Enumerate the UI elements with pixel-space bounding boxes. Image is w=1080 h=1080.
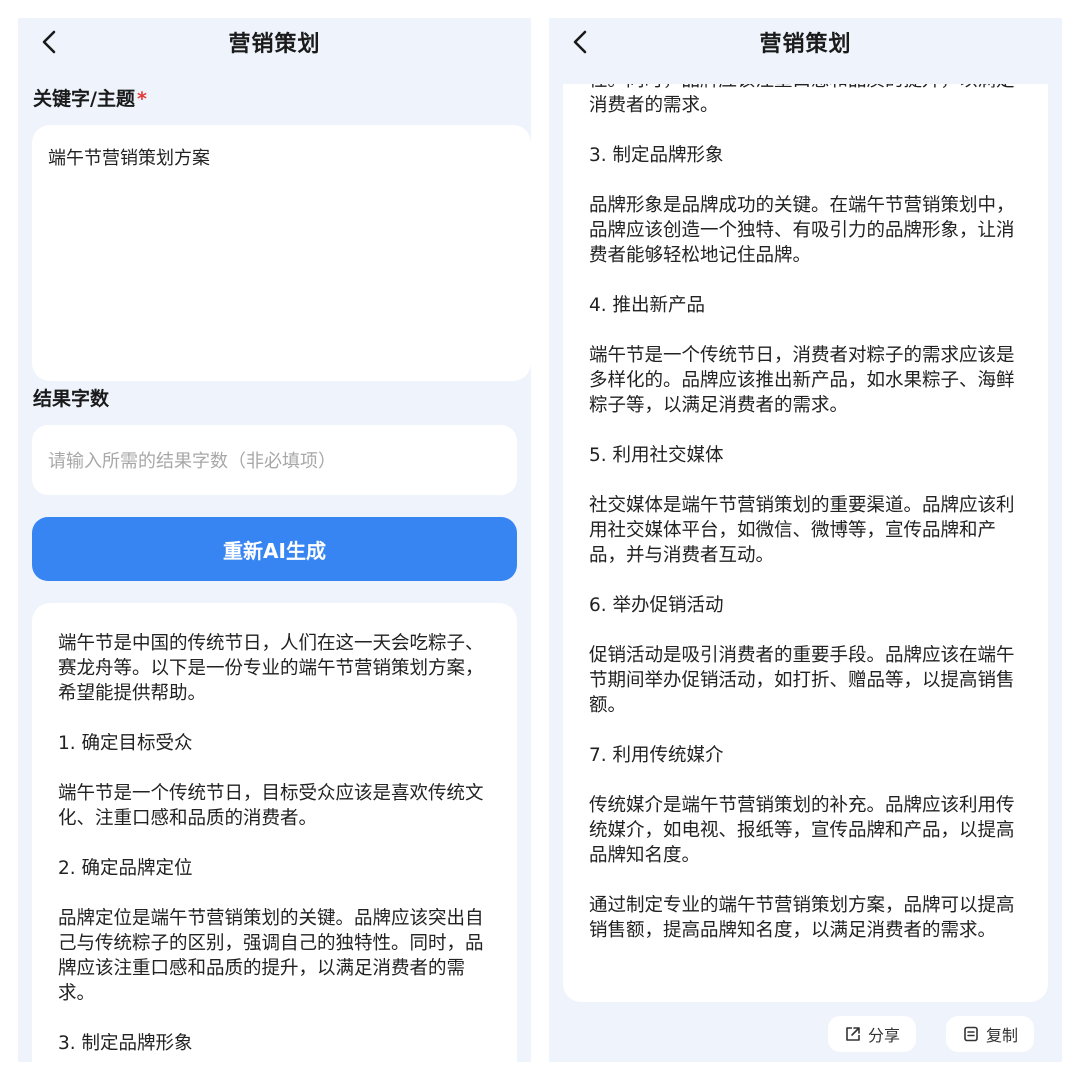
- result-paragraph: 促销活动是吸引消费者的重要手段。品牌应该在端午节期间举办促销活动，如打折、赠品等…: [589, 645, 1015, 716]
- result-paragraph: 端午节是中国的传统节日，人们在这一天会吃粽子、赛龙舟等。以下是一份专业的端午节营…: [58, 633, 484, 704]
- result-paragraph: 3. 制定品牌形象: [589, 145, 724, 166]
- keyword-label-text: 关键字/主题: [33, 88, 135, 110]
- result-paragraph: 6. 举办促销活动: [589, 595, 724, 616]
- page-title: 营销策划: [759, 32, 852, 57]
- result-paragraph: 1. 确定目标受众: [58, 733, 193, 754]
- back-button[interactable]: [32, 24, 68, 60]
- result-card-scrolled[interactable]: 性。同时，品牌应该注重口感和品质的提升，以满足消费者的需求。 3. 制定品牌形象…: [563, 84, 1048, 1002]
- result-paragraph: 传统媒介是端午节营销策划的补充。品牌应该利用传统媒介，如电视、报纸等，宣传品牌和…: [589, 795, 1015, 866]
- result-paragraph: 5. 利用社交媒体: [589, 445, 724, 466]
- nav-bar: 营销策划: [549, 18, 1062, 66]
- result-paragraph: 端午节是一个传统节日，目标受众应该是喜欢传统文化、注重口感和品质的消费者。: [58, 783, 484, 829]
- result-paragraph: 品牌定位是端午节营销策划的关键。品牌应该突出自己与传统粽子的区别，强调自己的独特…: [58, 908, 484, 1004]
- action-row: 分享 复制: [827, 1016, 1034, 1052]
- result-text: 性。同时，品牌应该注重口感和品质的提升，以满足消费者的需求。 3. 制定品牌形象…: [589, 84, 1022, 968]
- count-placeholder: 请输入所需的结果字数（非必填项）: [48, 451, 336, 472]
- copy-icon: [964, 1026, 978, 1042]
- nav-bar: 营销策划: [18, 18, 531, 66]
- result-paragraph: 4. 推出新产品: [589, 295, 706, 316]
- copy-button[interactable]: 复制: [945, 1016, 1034, 1052]
- left-screen: 营销策划 关键字/主题 * 端午节营销策划方案 结果字数 请输入所需的结果字数（非…: [18, 18, 531, 1062]
- share-icon: [846, 1027, 860, 1041]
- count-label: 结果字数: [33, 388, 110, 410]
- result-paragraph: 通过制定专业的端午节营销策划方案，品牌可以提高销售额，提高品牌知名度，以满足消费…: [589, 895, 1015, 941]
- count-input[interactable]: 请输入所需的结果字数（非必填项）: [32, 425, 517, 495]
- result-paragraph: 端午节是一个传统节日，消费者对粽子的需求应该是多样化的。品牌应该推出新产品，如水…: [589, 345, 1015, 416]
- result-paragraph: 性。同时，品牌应该注重口感和品质的提升，以满足消费者的需求。: [589, 84, 1015, 116]
- result-paragraph: 品牌形象是品牌成功的关键。在端午节营销策划中，品牌应该创造一个独特、有吸引力的品…: [589, 195, 1015, 266]
- result-paragraph: 社交媒体是端午节营销策划的重要渠道。品牌应该利用社交媒体平台，如微信、微博等，宣…: [589, 495, 1015, 566]
- keyword-label: 关键字/主题 *: [33, 84, 147, 111]
- required-mark: *: [136, 88, 147, 110]
- chevron-left-icon: [573, 30, 587, 54]
- result-paragraph: 3. 制定品牌形象: [58, 1033, 193, 1054]
- result-card: 端午节是中国的传统节日，人们在这一天会吃粽子、赛龙舟等。以下是一份专业的端午节营…: [32, 603, 517, 1062]
- share-button[interactable]: 分享: [827, 1016, 916, 1052]
- result-paragraph: 2. 确定品牌定位: [58, 858, 193, 879]
- right-screen: 性。同时，品牌应该注重口感和品质的提升，以满足消费者的需求。 3. 制定品牌形象…: [549, 18, 1062, 1062]
- share-label: 分享: [867, 1026, 900, 1045]
- regenerate-button[interactable]: 重新AI生成: [32, 517, 517, 581]
- keyword-textarea[interactable]: 端午节营销策划方案: [32, 125, 531, 381]
- result-text: 端午节是中国的传统节日，人们在这一天会吃粽子、赛龙舟等。以下是一份专业的端午节营…: [58, 631, 491, 1056]
- copy-label: 复制: [985, 1026, 1018, 1045]
- result-paragraph: 7. 利用传统媒介: [589, 745, 724, 766]
- page-title: 营销策划: [228, 32, 321, 57]
- keyword-value: 端午节营销策划方案: [48, 148, 210, 169]
- back-button[interactable]: [563, 24, 599, 60]
- chevron-left-icon: [42, 30, 56, 54]
